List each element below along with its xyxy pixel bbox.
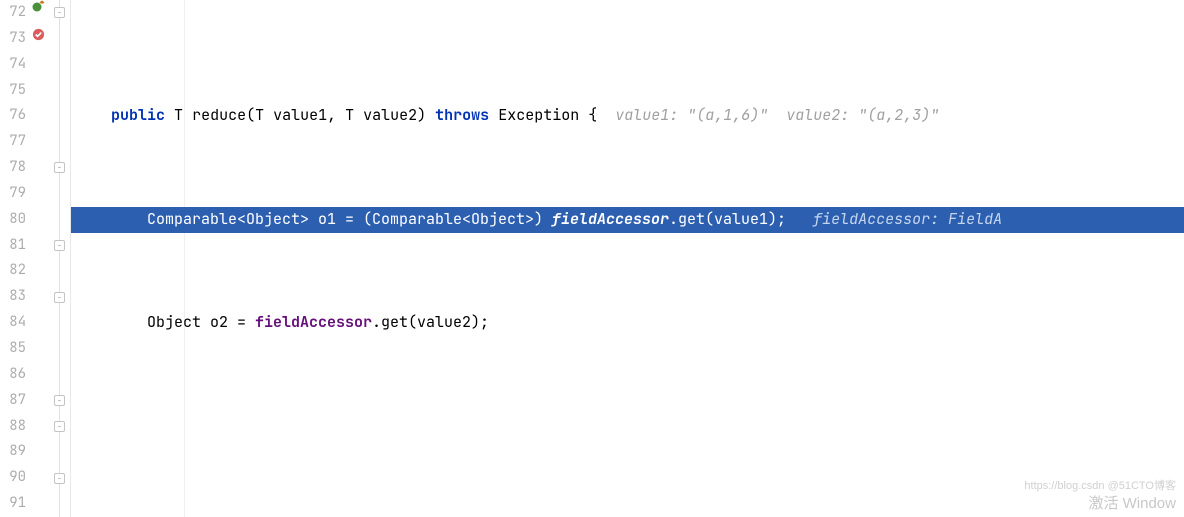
line-number[interactable]: 87 — [0, 388, 26, 414]
line-number[interactable]: 90 — [0, 465, 26, 491]
keyword: public — [111, 105, 165, 125]
param: T value2 — [345, 105, 417, 125]
inline-hint: value1: "(a,1,6)" value2: "(a,2,3)" — [597, 105, 939, 125]
line-number-column: 72 73 74 75 76 77 78 79 80 81 82 83 84 8… — [0, 0, 30, 517]
code-line[interactable]: Object o2 = fieldAccessor.get(value2); — [71, 310, 1184, 336]
run-marker-icon[interactable] — [32, 0, 46, 18]
line-number[interactable]: 83 — [0, 284, 26, 310]
line-number[interactable]: 80 — [0, 207, 26, 233]
fold-toggle-icon[interactable]: − — [54, 240, 65, 251]
field-ref: fieldAccessor — [552, 209, 669, 229]
text: Comparable<Object> o1 = (Comparable<Obje… — [147, 209, 552, 229]
gutter: 72 73 74 75 76 77 78 79 80 81 82 83 84 8… — [0, 0, 71, 517]
text: .get(value1); — [669, 209, 786, 229]
punct: ) — [417, 105, 435, 125]
field-ref: fieldAccessor — [255, 312, 372, 332]
line-number[interactable]: 74 — [0, 52, 26, 78]
punct: , — [327, 105, 345, 125]
fold-toggle-icon[interactable]: − — [54, 395, 65, 406]
code-line[interactable]: public T reduce(T value1, T value2) thro… — [71, 103, 1184, 129]
param: T value1 — [255, 105, 327, 125]
inline-hint: fieldAccessor: FieldA — [786, 209, 1002, 229]
indent — [75, 312, 147, 332]
fold-toggle-icon[interactable]: − — [54, 7, 65, 18]
line-number[interactable]: 72 — [0, 0, 26, 26]
line-number[interactable]: 79 — [0, 181, 26, 207]
line-number[interactable]: 82 — [0, 258, 26, 284]
line-number[interactable]: 81 — [0, 233, 26, 259]
fold-guide-line — [59, 0, 60, 517]
line-number[interactable]: 73 — [0, 26, 26, 52]
marker-column — [30, 0, 50, 517]
line-number[interactable]: 77 — [0, 129, 26, 155]
caret-guide — [184, 0, 185, 517]
fold-toggle-icon[interactable]: − — [54, 421, 65, 432]
line-number[interactable]: 86 — [0, 362, 26, 388]
fold-column: − − − − − − − — [50, 0, 70, 517]
code-line-highlighted[interactable]: Comparable<Object> o1 = (Comparable<Obje… — [71, 207, 1184, 233]
type: T — [174, 105, 183, 125]
text: .get(value2); — [372, 312, 489, 332]
breakpoint-icon[interactable] — [32, 26, 45, 46]
text: Object o2 = — [147, 312, 255, 332]
text: Exception { — [489, 105, 597, 125]
line-number[interactable]: 76 — [0, 103, 26, 129]
code-editor: 72 73 74 75 76 77 78 79 80 81 82 83 84 8… — [0, 0, 1184, 517]
line-number[interactable]: 85 — [0, 336, 26, 362]
fold-toggle-icon[interactable]: − — [54, 162, 65, 173]
fold-toggle-icon[interactable]: − — [54, 473, 65, 484]
line-number[interactable]: 89 — [0, 439, 26, 465]
line-number[interactable]: 84 — [0, 310, 26, 336]
fold-toggle-icon[interactable]: − — [54, 292, 65, 303]
method-name: reduce — [192, 105, 246, 125]
line-number[interactable]: 88 — [0, 414, 26, 440]
code-line[interactable] — [71, 414, 1184, 440]
keyword: throws — [435, 105, 489, 125]
indent — [75, 209, 147, 229]
line-number[interactable]: 78 — [0, 155, 26, 181]
watermark-text: https://blog.csdn @51CTO博客 — [1024, 477, 1176, 493]
line-number[interactable]: 91 — [0, 491, 26, 517]
code-area[interactable]: public T reduce(T value1, T value2) thro… — [71, 0, 1184, 517]
line-number[interactable]: 75 — [0, 78, 26, 104]
activate-windows-text: 激活 Window — [1088, 492, 1176, 513]
